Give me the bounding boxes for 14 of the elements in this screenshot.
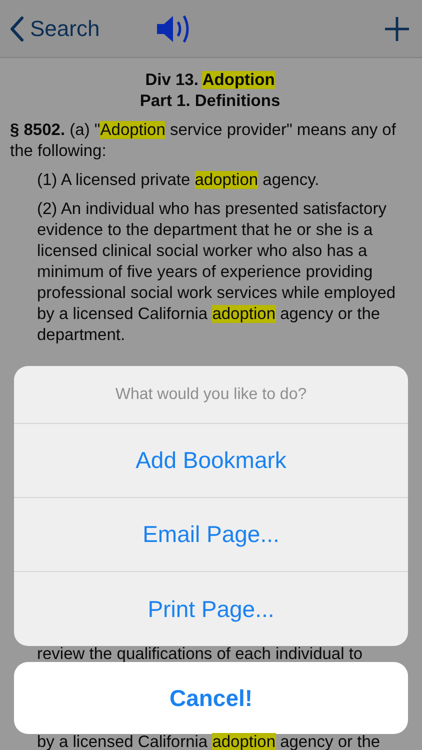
action-button[interactable]: Email Page...	[14, 498, 408, 572]
paragraph: § 8502. (a) "Adoption service provider" means any of the following:	[10, 120, 397, 162]
paragraph: (1) A licensed private adoption agency.	[37, 170, 320, 191]
action-button[interactable]: Print Page...	[14, 572, 408, 646]
document-heading: Part 1. Definitions	[138, 91, 282, 112]
text-line: review the qualifications of each individual to	[37, 646, 364, 662]
back-button[interactable]: Search	[10, 16, 100, 42]
paragraph: (2) An individual who has presented satisfactory evidence to the department that he or she is a licensed clinical social worker who also has a minimum of five years of experience providing professional social work services while employed by a licensed California adoption agency or the department.	[37, 199, 397, 346]
chevron-left-icon	[10, 16, 24, 42]
sheet-title: What would you like to do?	[14, 366, 408, 424]
cancel-button[interactable]: Cancel!	[14, 662, 408, 734]
action-button[interactable]: Add Bookmark	[14, 424, 408, 498]
add-icon[interactable]	[384, 16, 410, 42]
document-heading: Div 13. Adoption	[144, 70, 276, 91]
